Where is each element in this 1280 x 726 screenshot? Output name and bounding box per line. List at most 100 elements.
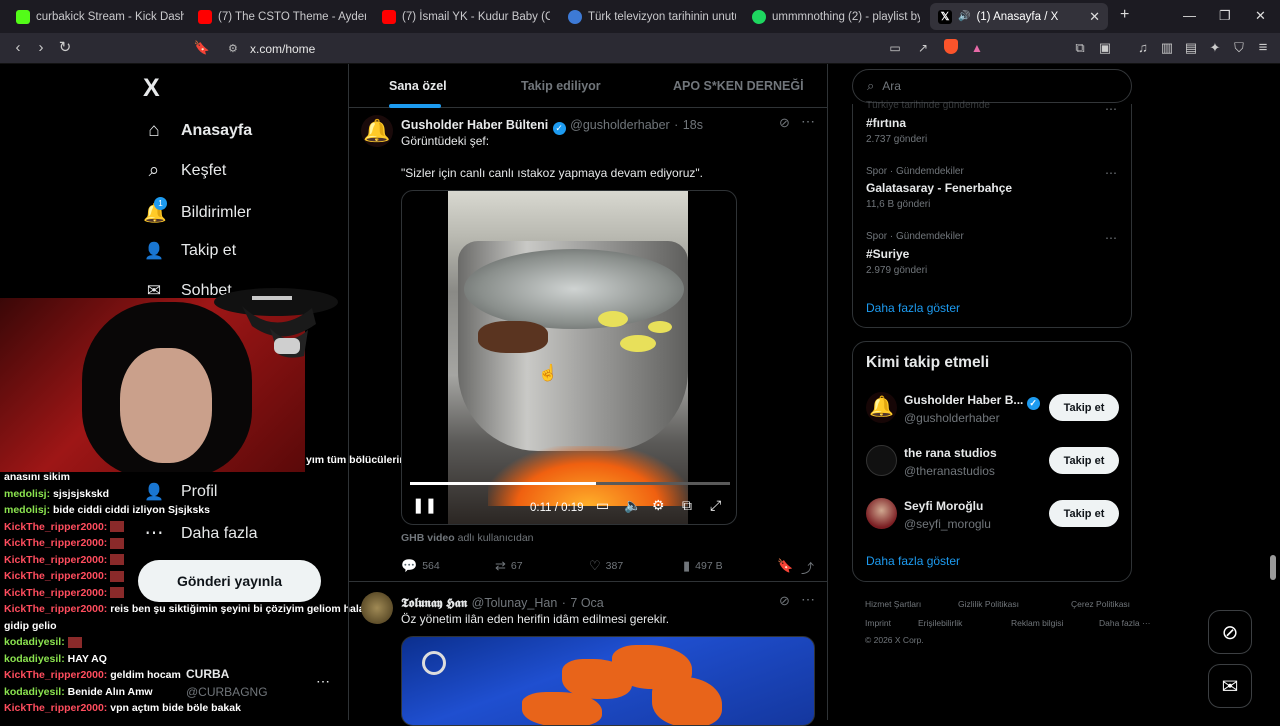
- tweet-more-icon[interactable]: ⋯: [801, 113, 815, 130]
- pip-icon[interactable]: ⧉: [682, 497, 692, 514]
- search-input[interactable]: ⌕ Ara: [852, 69, 1132, 103]
- fullscreen-icon[interactable]: ⤢: [710, 497, 721, 514]
- author-handle[interactable]: @Tolunay_Han: [472, 596, 558, 610]
- brave-rewards-icon[interactable]: ▲: [968, 39, 986, 57]
- bookmark-icon[interactable]: 🔖: [193, 39, 211, 57]
- follow-button[interactable]: Takip et: [1049, 394, 1119, 421]
- follow-suggestion-name[interactable]: Gusholder Haber B... ✓: [904, 393, 1040, 410]
- grok-icon[interactable]: ⊘: [779, 115, 790, 131]
- tab-list[interactable]: APO S*KEN DERNEĞİ: [673, 79, 804, 93]
- who-to-follow-show-more[interactable]: Daha fazla göster: [866, 554, 960, 568]
- volume-icon[interactable]: 🔈: [624, 497, 641, 514]
- tab-following[interactable]: Takip ediliyor: [521, 79, 601, 93]
- new-tab-button[interactable]: +: [1120, 6, 1129, 24]
- avatar[interactable]: [866, 498, 897, 529]
- speaker-icon[interactable]: 🔊: [958, 11, 970, 22]
- trend-more-icon[interactable]: ⋯: [1105, 166, 1117, 180]
- messages-icon[interactable]: ✉: [1208, 664, 1252, 708]
- captions-icon[interactable]: ▭: [596, 497, 609, 514]
- author-name[interactable]: 𝕿𝖔𝖑𝖚𝖓𝖆𝖞 𝕳𝖆𝖓: [401, 596, 467, 610]
- grok-icon[interactable]: ⊘: [779, 593, 790, 609]
- leo-ai-icon[interactable]: ✦: [1206, 39, 1224, 57]
- tweet[interactable]: 🔔 Gusholder Haber Bülteni ✓ @gusholderha…: [349, 109, 827, 582]
- reply-button[interactable]: 💬 564: [401, 558, 440, 574]
- footer-link[interactable]: Daha fazla ···: [1099, 618, 1151, 628]
- footer-link[interactable]: Gizlilik Politikası: [958, 599, 1019, 609]
- share-button[interactable]: ⤴: [801, 558, 814, 577]
- extensions-icon[interactable]: ⧉: [1071, 39, 1089, 57]
- views-button[interactable]: ▮ 497 B: [683, 558, 723, 574]
- footer-link[interactable]: Imprint: [865, 618, 891, 628]
- pause-icon[interactable]: ❚❚: [412, 496, 437, 514]
- brave-shield-icon[interactable]: [942, 39, 960, 59]
- author-name[interactable]: Gusholder Haber Bülteni: [401, 118, 548, 132]
- avatar[interactable]: [866, 445, 897, 476]
- author-handle[interactable]: @gusholderhaber: [570, 118, 670, 132]
- bell-avatar-icon[interactable]: 🔔: [866, 392, 897, 423]
- site-info-icon[interactable]: ⚙: [228, 42, 238, 55]
- video-source: GHB video adlı kullanıcıdan: [401, 532, 534, 544]
- vpn-icon[interactable]: ⛉: [1230, 39, 1248, 57]
- menu-icon[interactable]: ≡: [1254, 39, 1272, 57]
- follow-suggestion-name[interactable]: the rana studios: [904, 446, 997, 460]
- close-window-icon[interactable]: ✕: [1255, 8, 1266, 24]
- nav-item-explore[interactable]: ⌕ Keşfet: [143, 160, 227, 182]
- footer-link[interactable]: Erişilebilirlik: [918, 618, 962, 628]
- avatar-bell-icon[interactable]: 🔔: [361, 115, 393, 147]
- close-tab-icon[interactable]: ✕: [1089, 9, 1100, 25]
- tab-for-you[interactable]: Sana özel: [389, 79, 447, 93]
- follow-button[interactable]: Takip et: [1049, 500, 1119, 527]
- trend-more-icon[interactable]: ⋯: [1105, 102, 1117, 116]
- wallet-icon[interactable]: ▤: [1182, 39, 1200, 57]
- trends-show-more[interactable]: Daha fazla göster: [866, 301, 960, 315]
- share-icon[interactable]: ↗: [914, 39, 932, 57]
- tweet-media-map[interactable]: [401, 636, 815, 726]
- nav-item-notifications[interactable]: 🔔 1 Bildirimler: [143, 197, 251, 225]
- maximize-icon[interactable]: ❐: [1219, 8, 1231, 24]
- footer-link[interactable]: Çerez Politikası: [1071, 599, 1130, 609]
- trend-title[interactable]: Galatasaray - Fenerbahçe: [866, 181, 1012, 195]
- follow-suggestion-name[interactable]: Seyfi Moroğlu: [904, 499, 983, 513]
- like-button[interactable]: ♡ 387: [589, 558, 623, 574]
- trend-title[interactable]: #fırtına: [866, 116, 906, 130]
- browser-tab-tv[interactable]: Türk televizyon tarihinin unutulma: [560, 3, 736, 30]
- page-scrollbar[interactable]: [1270, 555, 1276, 580]
- search-placeholder: Ara: [882, 79, 901, 93]
- music-icon[interactable]: ♫: [1134, 39, 1152, 57]
- bookmark-button[interactable]: 🔖: [777, 558, 793, 574]
- nav-item-follow[interactable]: 👤 Takip et: [143, 241, 236, 261]
- tweet-more-icon[interactable]: ⋯: [801, 591, 815, 608]
- back-icon[interactable]: ‹: [9, 39, 27, 57]
- tab-search-icon[interactable]: ▣: [1096, 39, 1114, 57]
- browser-tab-kick[interactable]: curbakick Stream - Kick Dashb: [8, 3, 184, 30]
- video-source-name[interactable]: GHB video: [401, 532, 455, 544]
- browser-tab-x-active[interactable]: 𝕏 🔊 (1) Anasayfa / X ✕: [930, 3, 1108, 30]
- trend-more-icon[interactable]: ⋯: [1105, 231, 1117, 245]
- tweet-time[interactable]: 7 Oca: [570, 596, 603, 610]
- browser-tab-youtube-kudur[interactable]: (7) İsmail YK - Kudur Baby (Officia: [374, 3, 550, 30]
- browser-tab-spotify[interactable]: ummmnothing (2) - playlist by ku: [744, 3, 920, 30]
- settings-icon[interactable]: ⚙: [652, 497, 665, 514]
- avatar[interactable]: [361, 592, 393, 624]
- x-logo[interactable]: X: [143, 74, 160, 103]
- sidebar-icon[interactable]: ▥: [1158, 39, 1176, 57]
- reload-icon[interactable]: ↻: [56, 39, 74, 57]
- footer-link[interactable]: Reklam bilgisi: [1011, 618, 1063, 628]
- cast-icon[interactable]: ▭: [886, 39, 904, 57]
- grok-icon[interactable]: ⊘: [1208, 610, 1252, 654]
- nav-item-home[interactable]: ⌂ Anasayfa: [143, 120, 252, 142]
- chat-emote-icon: [110, 554, 125, 566]
- follow-button[interactable]: Takip et: [1049, 447, 1119, 474]
- forward-icon[interactable]: ›: [32, 39, 50, 57]
- trend-title[interactable]: #Suriye: [866, 247, 909, 261]
- url-bar[interactable]: ⚙ x.com/home: [220, 36, 1000, 61]
- video-progress-bar[interactable]: [410, 482, 730, 485]
- tweet-time[interactable]: 18s: [683, 118, 703, 132]
- footer-link[interactable]: Hizmet Şartları: [865, 599, 921, 609]
- video-player[interactable]: ☝ ❚❚ 0:11 / 0:19 ▭ 🔈 ⚙ ⧉ ⤢: [401, 190, 737, 525]
- chat-emote-icon: [110, 521, 125, 533]
- url-text: x.com/home: [250, 41, 316, 56]
- browser-tab-youtube-csto[interactable]: (7) The CSTO Theme - Ayden Geo: [190, 3, 366, 30]
- minimize-icon[interactable]: —: [1183, 8, 1196, 23]
- retweet-button[interactable]: ⇄ 67: [495, 558, 523, 574]
